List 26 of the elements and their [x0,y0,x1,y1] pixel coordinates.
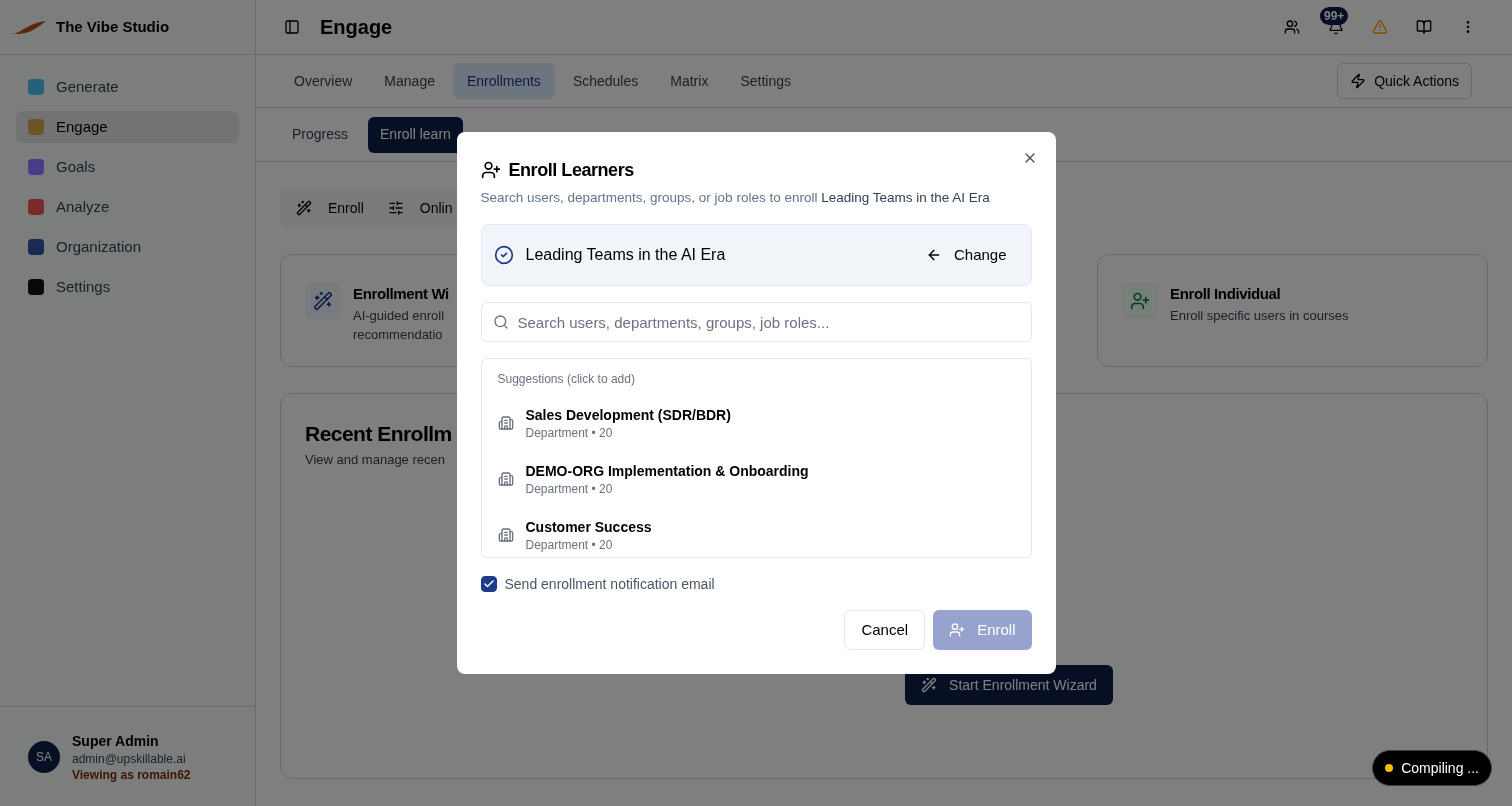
card-title: Enroll Individual [1170,284,1282,304]
card-title: Enrollment Wi [353,284,449,304]
suggestion-meta: Department • 20 [525,537,614,554]
viewing-as-label: Viewing as romain62 [72,766,191,783]
avatar: SA [28,740,60,773]
user-name: Super Admin [72,731,160,751]
course-name: Leading Teams in the AI Era [525,245,726,266]
section-subtitle: View and manage recen [305,450,445,469]
user-email: admin@upskillable.ai [72,750,187,767]
status-text: Compiling ... [1401,759,1479,778]
suggestion-meta: Department • 20 [525,481,614,498]
page-title: Engage [320,15,393,40]
section-title: Recent Enrollm [305,421,452,447]
dialog-description: Search users, departments, groups, or job roles to enroll Leading Teams in the AI Era [480,188,991,207]
suggestions-label: Suggestions (click to add) [497,371,636,388]
card-description: Enroll specific users in courses [1170,306,1349,325]
checkbox-label: Send enrollment notification email [504,575,715,595]
app-name: The Vibe Studio [56,16,170,37]
suggestion-name: Customer Success [525,518,652,538]
card-description: recommendatio [353,326,444,344]
suggestion-name: DEMO-ORG Implementation & Onboarding [525,462,809,482]
dialog-title: Enroll Learners [508,158,634,182]
card-description: AI-guided enroll [353,306,446,325]
suggestion-name: Sales Development (SDR/BDR) [525,406,731,426]
notification-badge: 99+ [1320,7,1349,25]
suggestion-meta: Department • 20 [525,425,614,442]
